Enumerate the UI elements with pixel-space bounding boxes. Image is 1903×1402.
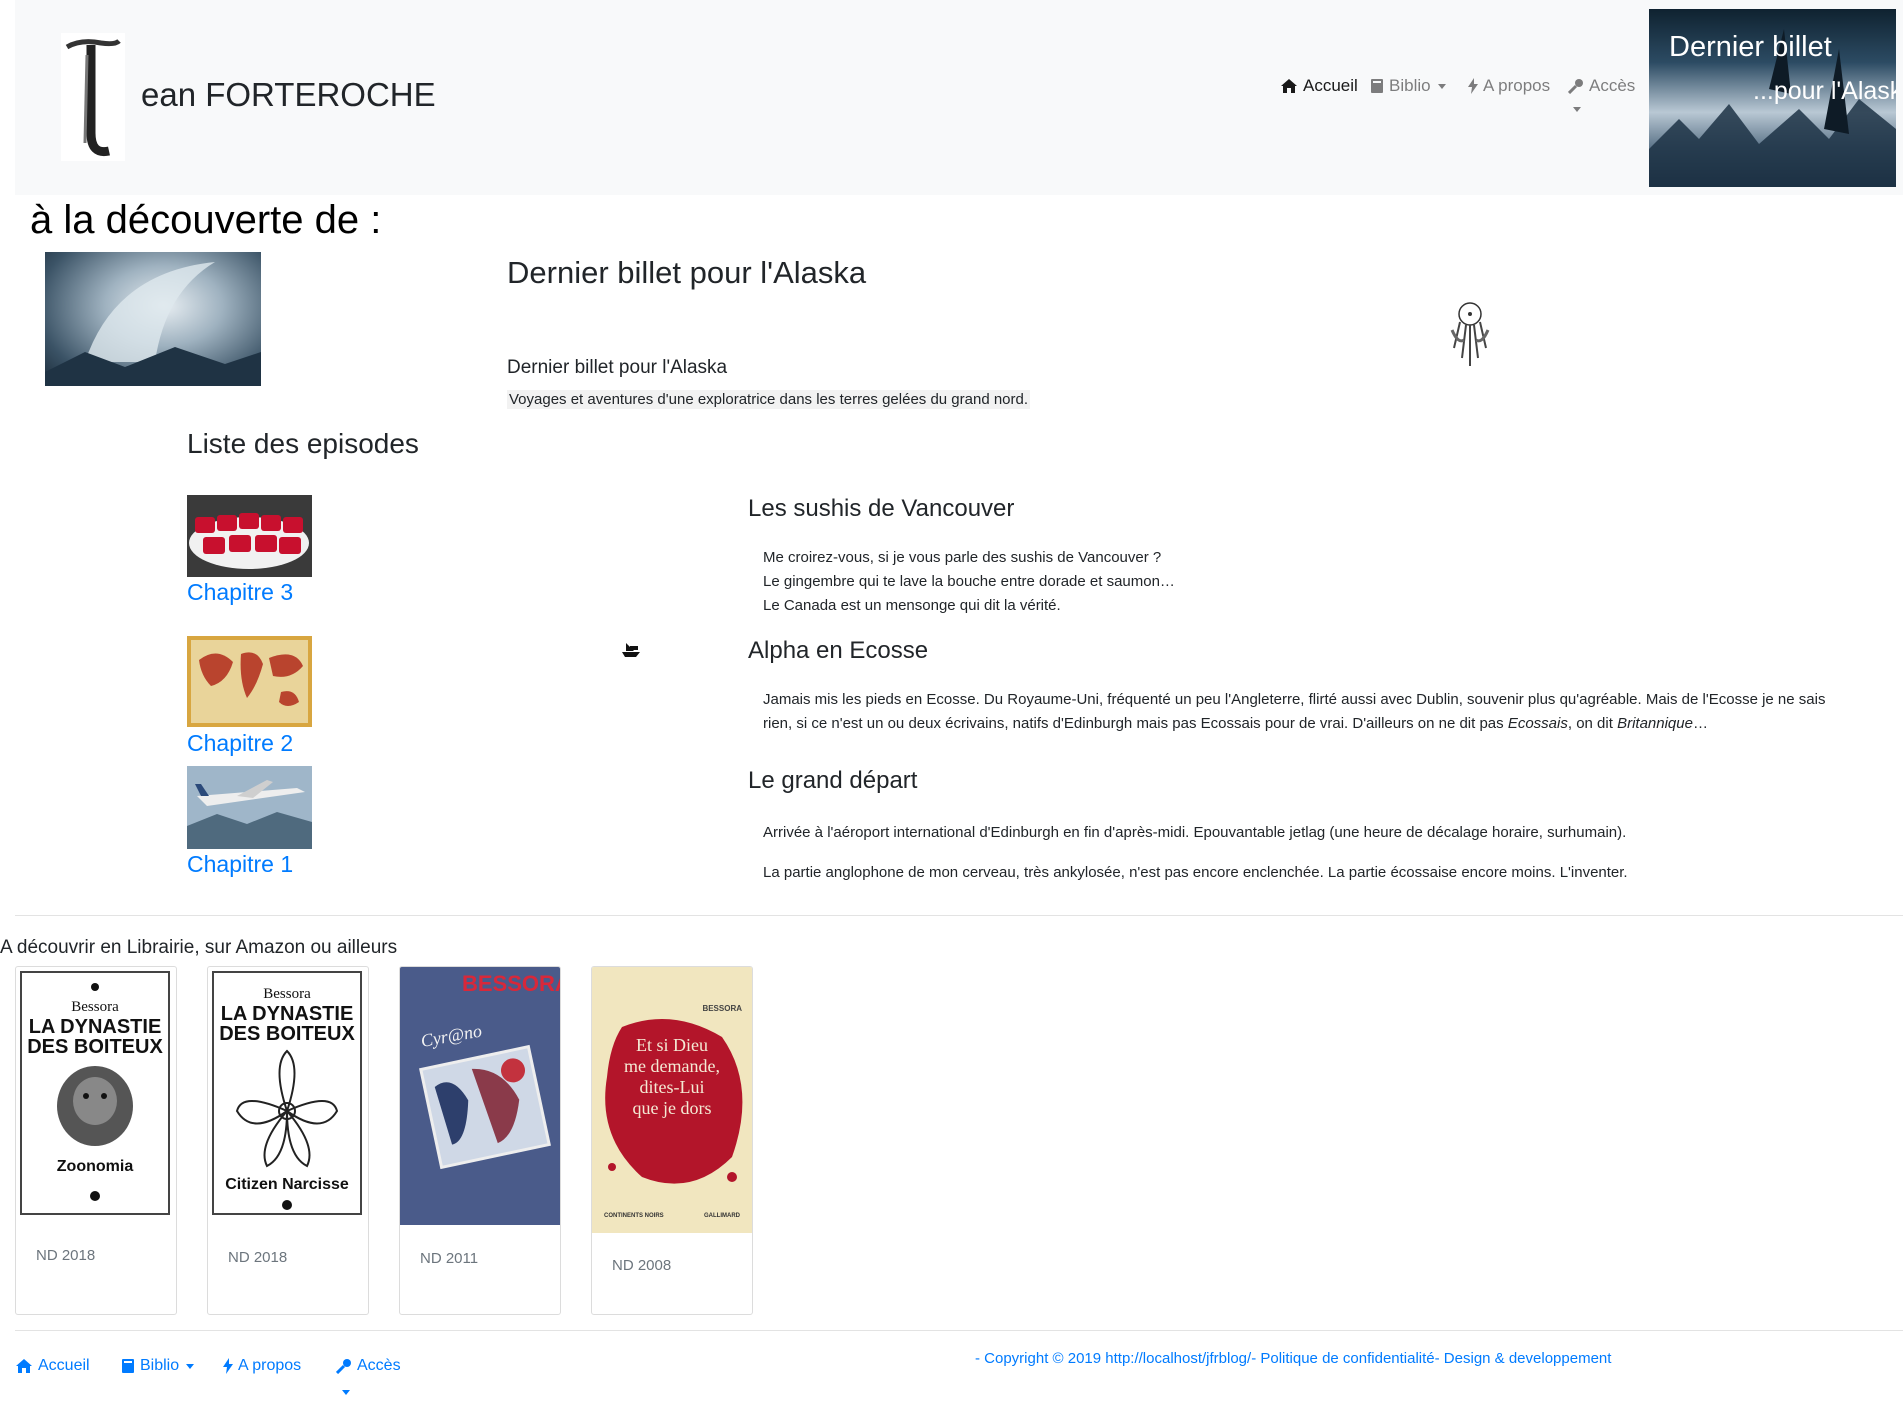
nav-home[interactable]: Accueil xyxy=(1280,76,1358,96)
post-line: Jamais mis les pieds en Ecosse. Du Royau… xyxy=(763,691,1826,708)
book-author: BESSORA xyxy=(702,1004,742,1013)
book-card[interactable]: BESSORA Cyr@no ND 2011 xyxy=(399,966,561,1315)
book-description: Voyages et aventures d'une exploratrice … xyxy=(507,390,1031,409)
chapter-link[interactable]: Chapitre 2 xyxy=(187,730,293,757)
footer-nav-home-label: Accueil xyxy=(38,1357,90,1374)
site-brand[interactable]: ean FORTEROCHE xyxy=(141,76,436,114)
book-year: ND 2018 xyxy=(36,1247,96,1264)
divider xyxy=(15,1330,1903,1331)
key-icon xyxy=(1568,79,1583,94)
chevron-down-icon xyxy=(186,1363,195,1369)
nav-biblio-label: Biblio xyxy=(1389,76,1431,95)
post-excerpt: Me croirez-vous, si je vous parle des su… xyxy=(763,546,1175,618)
book-author: Bessora xyxy=(71,999,119,1015)
book-cover: Bessora LA DYNASTIE DES BOITEUX Zoonomia xyxy=(20,971,170,1215)
book-title-line: Et si Dieu xyxy=(636,1035,708,1055)
post-text-run: rien, si ce n'est un ou deux écrivains, … xyxy=(763,715,1508,732)
book-title-line: LA DYNASTIE xyxy=(29,1016,162,1038)
book-title-line: DES BOITEUX xyxy=(27,1036,163,1058)
book-series: CONTINENTS NOIRS xyxy=(604,1213,664,1219)
book-card[interactable]: Bessora LA DYNASTIE DES BOITEUX Zoonomia… xyxy=(15,966,177,1315)
post-text-run: … xyxy=(1692,715,1708,732)
footer-nav-home[interactable]: Accueil xyxy=(15,1357,90,1375)
footer-nav-access-label: Accès xyxy=(357,1357,401,1374)
book-title: Dernier billet pour l'Alaska xyxy=(507,255,867,290)
book-year: ND 2018 xyxy=(228,1249,288,1266)
nav-access-dropdown[interactable]: Accès xyxy=(1568,76,1635,96)
post-text-italic: Ecossais xyxy=(1507,715,1568,732)
post-excerpt: La partie anglophone de mon cerveau, trè… xyxy=(763,864,1628,881)
book-title-line: DES BOITEUX xyxy=(219,1023,355,1045)
book-subtitle: Dernier billet pour l'Alaska xyxy=(507,357,728,378)
nav-about-label: A propos xyxy=(1483,76,1551,95)
featured-book-banner[interactable]: Dernier billet ...pour l'Alaska xyxy=(1649,9,1896,187)
book-title-line: dites-Lui xyxy=(640,1077,705,1097)
book-cover: Bessora LA DYNASTIE DES BOITEUX Citizen … xyxy=(212,971,362,1215)
home-icon xyxy=(16,1359,32,1373)
site-logo[interactable] xyxy=(61,33,125,161)
footer-nav-about-label: A propos xyxy=(238,1357,302,1374)
book-cover: BESSORA Et si Dieu me demande, dites-Lui… xyxy=(592,967,752,1233)
book-cover: BESSORA Cyr@no xyxy=(400,967,560,1225)
key-icon xyxy=(336,1359,351,1374)
nav-biblio-dropdown[interactable]: Biblio xyxy=(1370,76,1446,96)
chevron-down-icon xyxy=(342,1390,350,1395)
book-title-line: me demande, xyxy=(624,1056,720,1076)
post-line: Le Canada est un mensonge qui dit la vér… xyxy=(763,597,1061,614)
post-line: Me croirez-vous, si je vous parle des su… xyxy=(763,549,1162,566)
nav-home-label: Accueil xyxy=(1303,76,1358,95)
book-icon xyxy=(1371,79,1383,93)
post-excerpt: Arrivée à l'aéroport international d'Edi… xyxy=(763,824,1627,841)
book-card[interactable]: Bessora LA DYNASTIE DES BOITEUX Citizen … xyxy=(207,966,369,1315)
post-text-italic: Britannique xyxy=(1617,715,1693,732)
post-title[interactable]: Alpha en Ecosse xyxy=(748,637,928,665)
footer-copyright-link[interactable]: - Copyright © 2019 http://localhost/jfrb… xyxy=(975,1350,1611,1367)
book-title-line: que je dors xyxy=(633,1098,712,1118)
banner-line-1: Dernier billet xyxy=(1669,31,1832,63)
footer-nav-biblio-label: Biblio xyxy=(140,1357,180,1374)
navbar: ean FORTEROCHE Accueil Biblio A propos A… xyxy=(15,0,1903,195)
post-line: Le gingembre qui te lave la bouche entre… xyxy=(763,573,1175,590)
world-map-image[interactable] xyxy=(187,636,312,727)
book-year: ND 2008 xyxy=(612,1257,672,1274)
post-text-run: , on dit xyxy=(1567,715,1618,732)
bolt-icon xyxy=(1468,78,1478,94)
bolt-icon xyxy=(223,1358,233,1374)
post-title[interactable]: Les sushis de Vancouver xyxy=(748,495,1014,523)
book-subtitle: Zoonomia xyxy=(57,1158,134,1175)
book-icon xyxy=(122,1359,134,1373)
book-publisher: GALLIMARD xyxy=(704,1213,741,1219)
book-year: ND 2011 xyxy=(420,1250,479,1267)
airplane-image[interactable] xyxy=(187,766,312,849)
book-author: BESSORA xyxy=(462,971,560,996)
home-icon xyxy=(1281,79,1297,93)
chapter-link[interactable]: Chapitre 1 xyxy=(187,851,293,878)
post-line: rien, si ce n'est un ou deux écrivains, … xyxy=(763,712,1883,736)
footer-nav-access-dropdown[interactable]: Accès xyxy=(336,1357,401,1375)
book-title-line: LA DYNASTIE xyxy=(221,1003,354,1025)
footer-nav-about[interactable]: A propos xyxy=(223,1357,301,1375)
banner-line-2: ...pour l'Alaska xyxy=(1753,77,1896,105)
post-excerpt: Jamais mis les pieds en Ecosse. Du Royau… xyxy=(763,688,1883,736)
nav-access-label: Accès xyxy=(1589,76,1636,95)
post-title[interactable]: Le grand départ xyxy=(748,767,917,795)
book-author: Bessora xyxy=(263,986,311,1002)
dreamcatcher-icon xyxy=(1448,300,1492,370)
book-subtitle: Citizen Narcisse xyxy=(225,1176,349,1193)
sushi-image[interactable] xyxy=(187,495,312,577)
nav-about[interactable]: A propos xyxy=(1468,76,1550,96)
book-cover-image xyxy=(45,252,261,386)
chevron-down-icon xyxy=(1573,107,1581,112)
book-card[interactable]: BESSORA Et si Dieu me demande, dites-Lui… xyxy=(591,966,753,1315)
divider xyxy=(15,915,1903,916)
chevron-down-icon xyxy=(1437,83,1446,89)
chapter-link[interactable]: Chapitre 3 xyxy=(187,579,293,606)
footer-nav-biblio-dropdown[interactable]: Biblio xyxy=(121,1357,195,1375)
library-heading: A découvrir en Librairie, sur Amazon ou … xyxy=(0,937,398,958)
discover-heading: à la découverte de : xyxy=(30,198,382,242)
ship-icon xyxy=(620,640,642,658)
episodes-heading: Liste des episodes xyxy=(187,428,419,459)
